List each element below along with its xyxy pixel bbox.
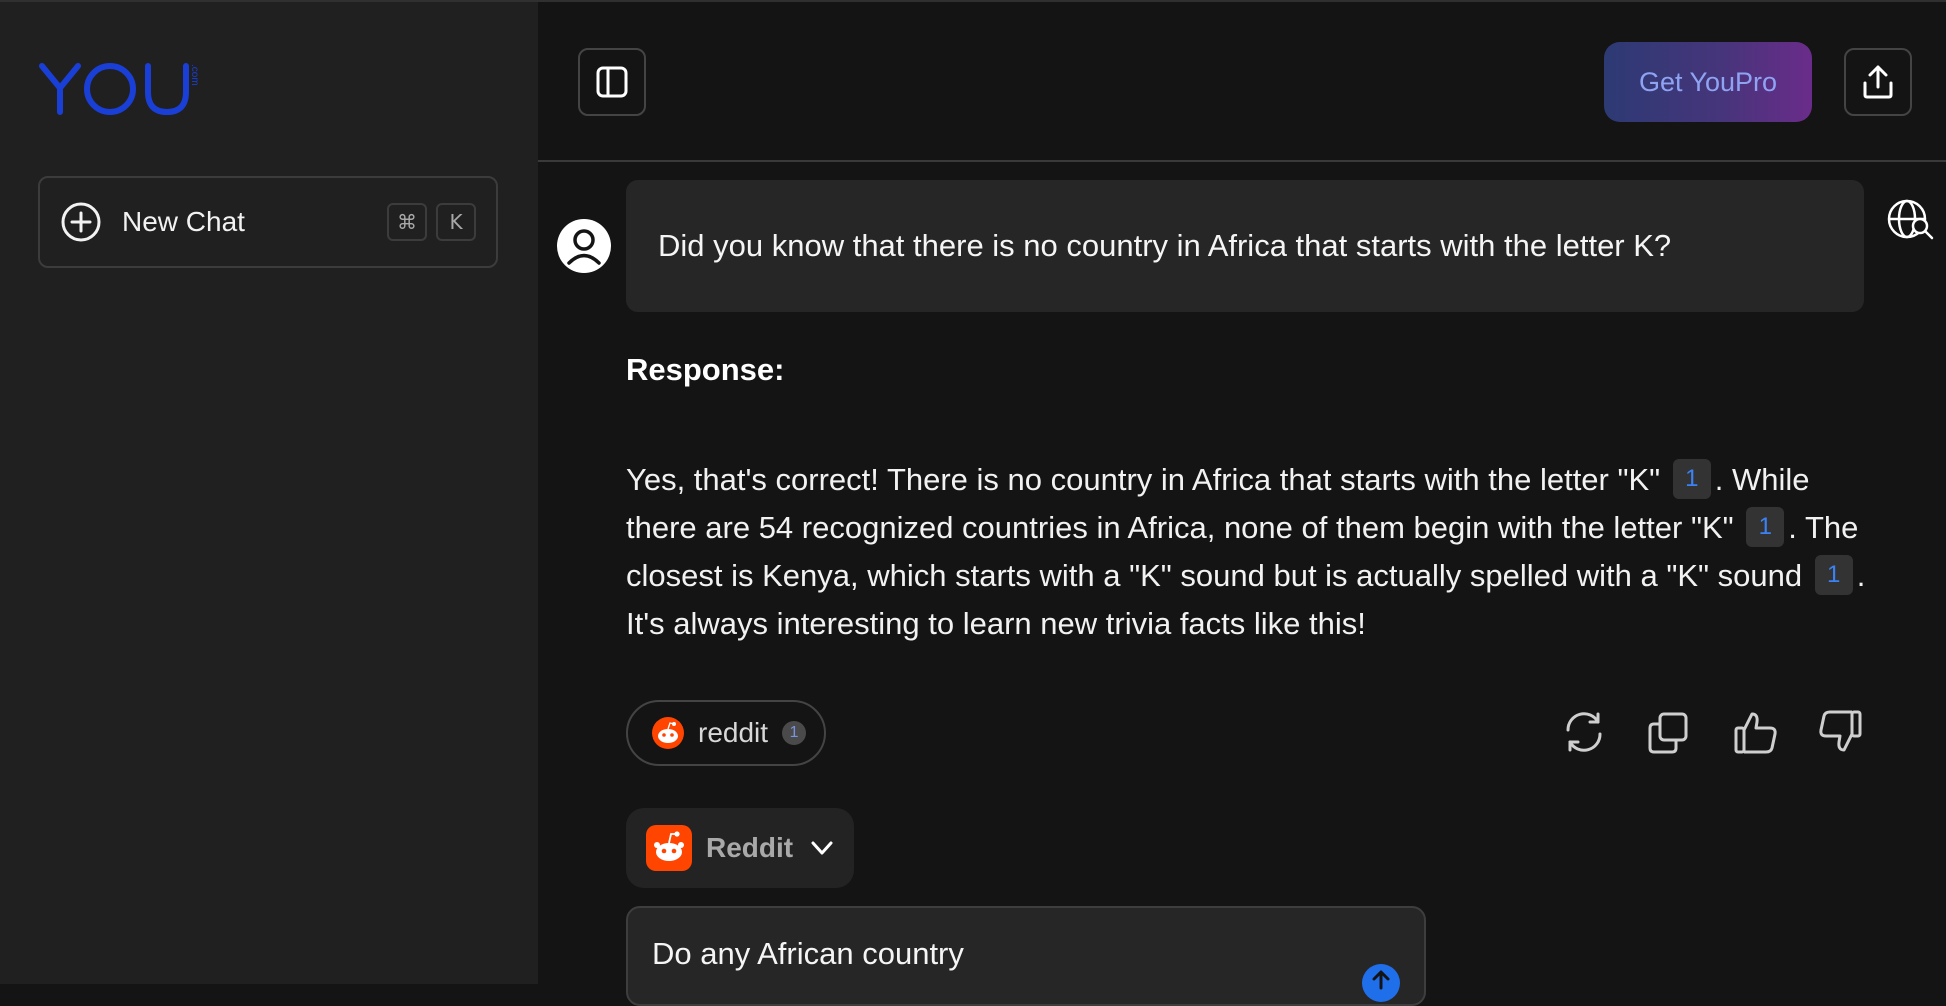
source-chip-reddit[interactable]: reddit 1: [626, 700, 826, 766]
scroll-up-button[interactable]: [1362, 964, 1400, 1002]
web-search-icon[interactable]: [1886, 198, 1936, 244]
answer-text: Yes, that's correct! There is no country…: [626, 462, 1661, 497]
copy-icon[interactable]: [1644, 708, 1692, 756]
user-avatar-icon: [557, 219, 611, 273]
sidebar-panel-icon: [596, 66, 628, 98]
source-card-name: Reddit: [706, 832, 794, 863]
arrow-up-icon: [1372, 970, 1390, 990]
share-button[interactable]: [1844, 48, 1912, 116]
user-question: Did you know that there is no country in…: [626, 180, 1864, 312]
shortcut-hint: ⌘ K: [387, 203, 476, 241]
share-icon: [1863, 65, 1893, 99]
source-card-reddit[interactable]: Reddit: [626, 808, 854, 888]
reddit-app-icon: [646, 825, 692, 871]
source-preview-card[interactable]: Do any African country: [626, 906, 1426, 1006]
logo-suffix: .com: [189, 64, 198, 86]
toggle-sidebar-button[interactable]: [578, 48, 646, 116]
citation-badge[interactable]: 1: [1746, 506, 1785, 547]
thumbs-up-icon[interactable]: [1732, 708, 1780, 756]
source-count-badge: 1: [782, 721, 807, 745]
response-heading: Response:: [626, 352, 785, 387]
citation-badge[interactable]: 1: [1672, 458, 1711, 499]
reddit-icon: [652, 717, 684, 749]
you-logo[interactable]: .com: [38, 60, 198, 116]
get-youpro-button[interactable]: Get YouPro: [1604, 42, 1812, 122]
thumbs-down-icon[interactable]: [1816, 708, 1864, 756]
assistant-answer: Yes, that's correct! There is no country…: [626, 456, 1866, 648]
refresh-icon[interactable]: [1560, 708, 1608, 756]
chevron-down-icon: [811, 841, 833, 855]
command-key: ⌘: [387, 203, 427, 241]
source-name: reddit: [698, 717, 769, 748]
citation-badge[interactable]: 1: [1814, 554, 1853, 595]
new-chat-label: New Chat: [122, 206, 245, 237]
sidebar: .com New Chat ⌘ K: [0, 2, 538, 984]
k-key: K: [436, 203, 476, 241]
new-chat-button[interactable]: New Chat ⌘ K: [38, 176, 498, 268]
preview-text: Do any African country: [652, 936, 964, 971]
plus-circle-icon: [61, 202, 101, 242]
main-header: Get YouPro: [538, 2, 1946, 162]
